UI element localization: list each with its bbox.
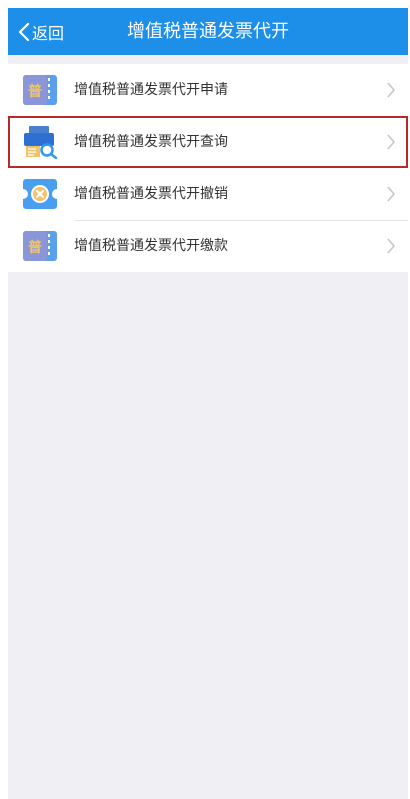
menu-item-label: 增值税普通发票代开申请 [74,82,228,98]
ticket-pu-icon: 普 [23,75,57,105]
menu-item-apply[interactable]: 普 增值税普通发票代开申请 [8,64,408,116]
menu-item-cancel[interactable]: 增值税普通发票代开撤销 [8,168,408,220]
ticket-cancel-icon [23,179,57,209]
chevron-right-icon [387,238,395,254]
chevron-right-icon [387,134,395,150]
chevron-left-icon [18,22,30,41]
menu-item-label: 增值税普通发票代开撤销 [74,186,228,202]
chevron-right-icon [387,186,395,202]
svg-text:普: 普 [28,239,42,256]
chevron-right-icon [387,82,395,98]
menu-item-query[interactable]: 增值税普通发票代开查询 [8,116,408,168]
app-screen: 返回 增值税普通发票代开 普 增值税普通发票代开申请 增值税普通发票代开查询 增… [8,8,408,799]
ticket-pu-icon: 普 [23,231,57,261]
printer-search-icon [24,126,58,159]
back-label: 返回 [32,23,65,43]
menu-item-label: 增值税普通发票代开查询 [74,134,228,150]
nav-bar: 返回 增值税普通发票代开 [8,8,408,55]
svg-text:普: 普 [28,83,42,100]
page-title: 增值税普通发票代开 [127,21,289,42]
menu-item-label: 增值税普通发票代开缴款 [74,238,228,254]
menu-item-payment[interactable]: 普 增值税普通发票代开缴款 [8,220,408,272]
menu-list: 普 增值税普通发票代开申请 增值税普通发票代开查询 增值税普通发票代开撤销 普 … [8,64,408,272]
back-button[interactable]: 返回 [18,8,64,55]
